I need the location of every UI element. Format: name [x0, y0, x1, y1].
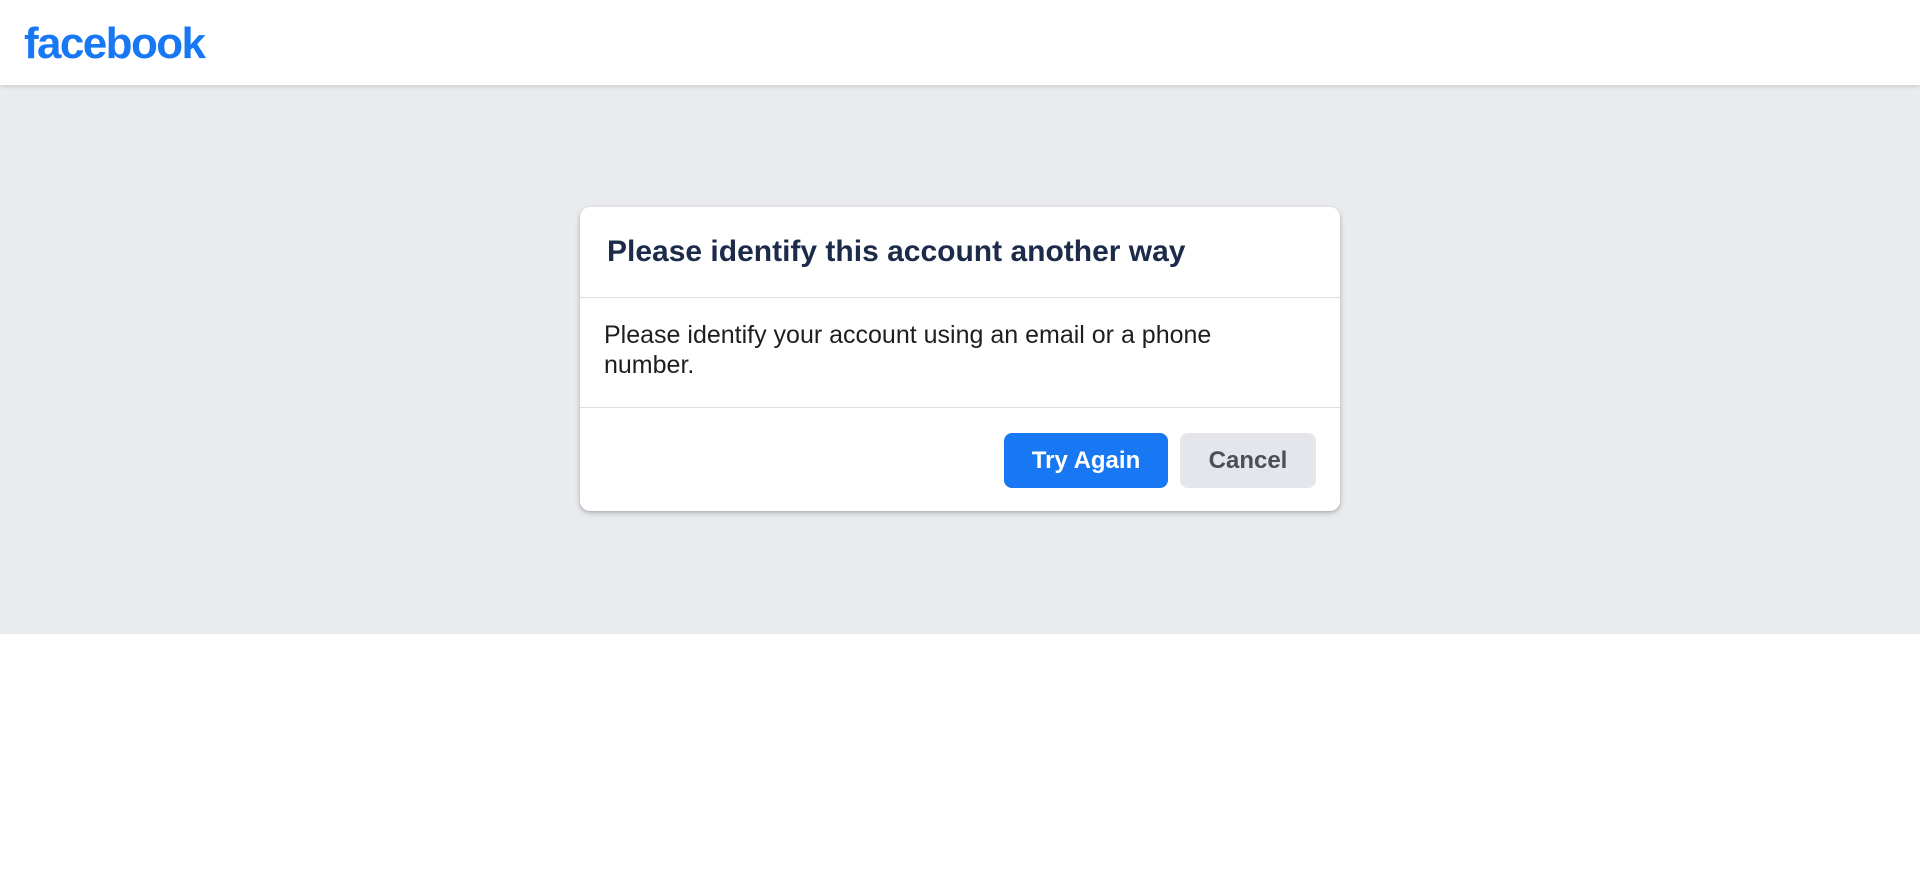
- dialog-title: Please identify this account another way: [607, 235, 1186, 268]
- dialog-message: Please identify your account using an em…: [604, 321, 1212, 379]
- dialog-header: Please identify this account another way: [580, 207, 1340, 298]
- dialog-footer: Try Again Cancel: [580, 408, 1340, 511]
- identify-account-dialog: Please identify this account another way…: [580, 207, 1340, 511]
- cancel-button[interactable]: Cancel: [1180, 433, 1316, 488]
- facebook-logo[interactable]: facebook: [24, 16, 206, 72]
- try-again-button[interactable]: Try Again: [1004, 433, 1168, 488]
- dialog-body: Please identify your account using an em…: [580, 298, 1340, 408]
- top-bar: facebook: [0, 0, 1920, 85]
- main-content: Please identify this account another way…: [0, 85, 1920, 634]
